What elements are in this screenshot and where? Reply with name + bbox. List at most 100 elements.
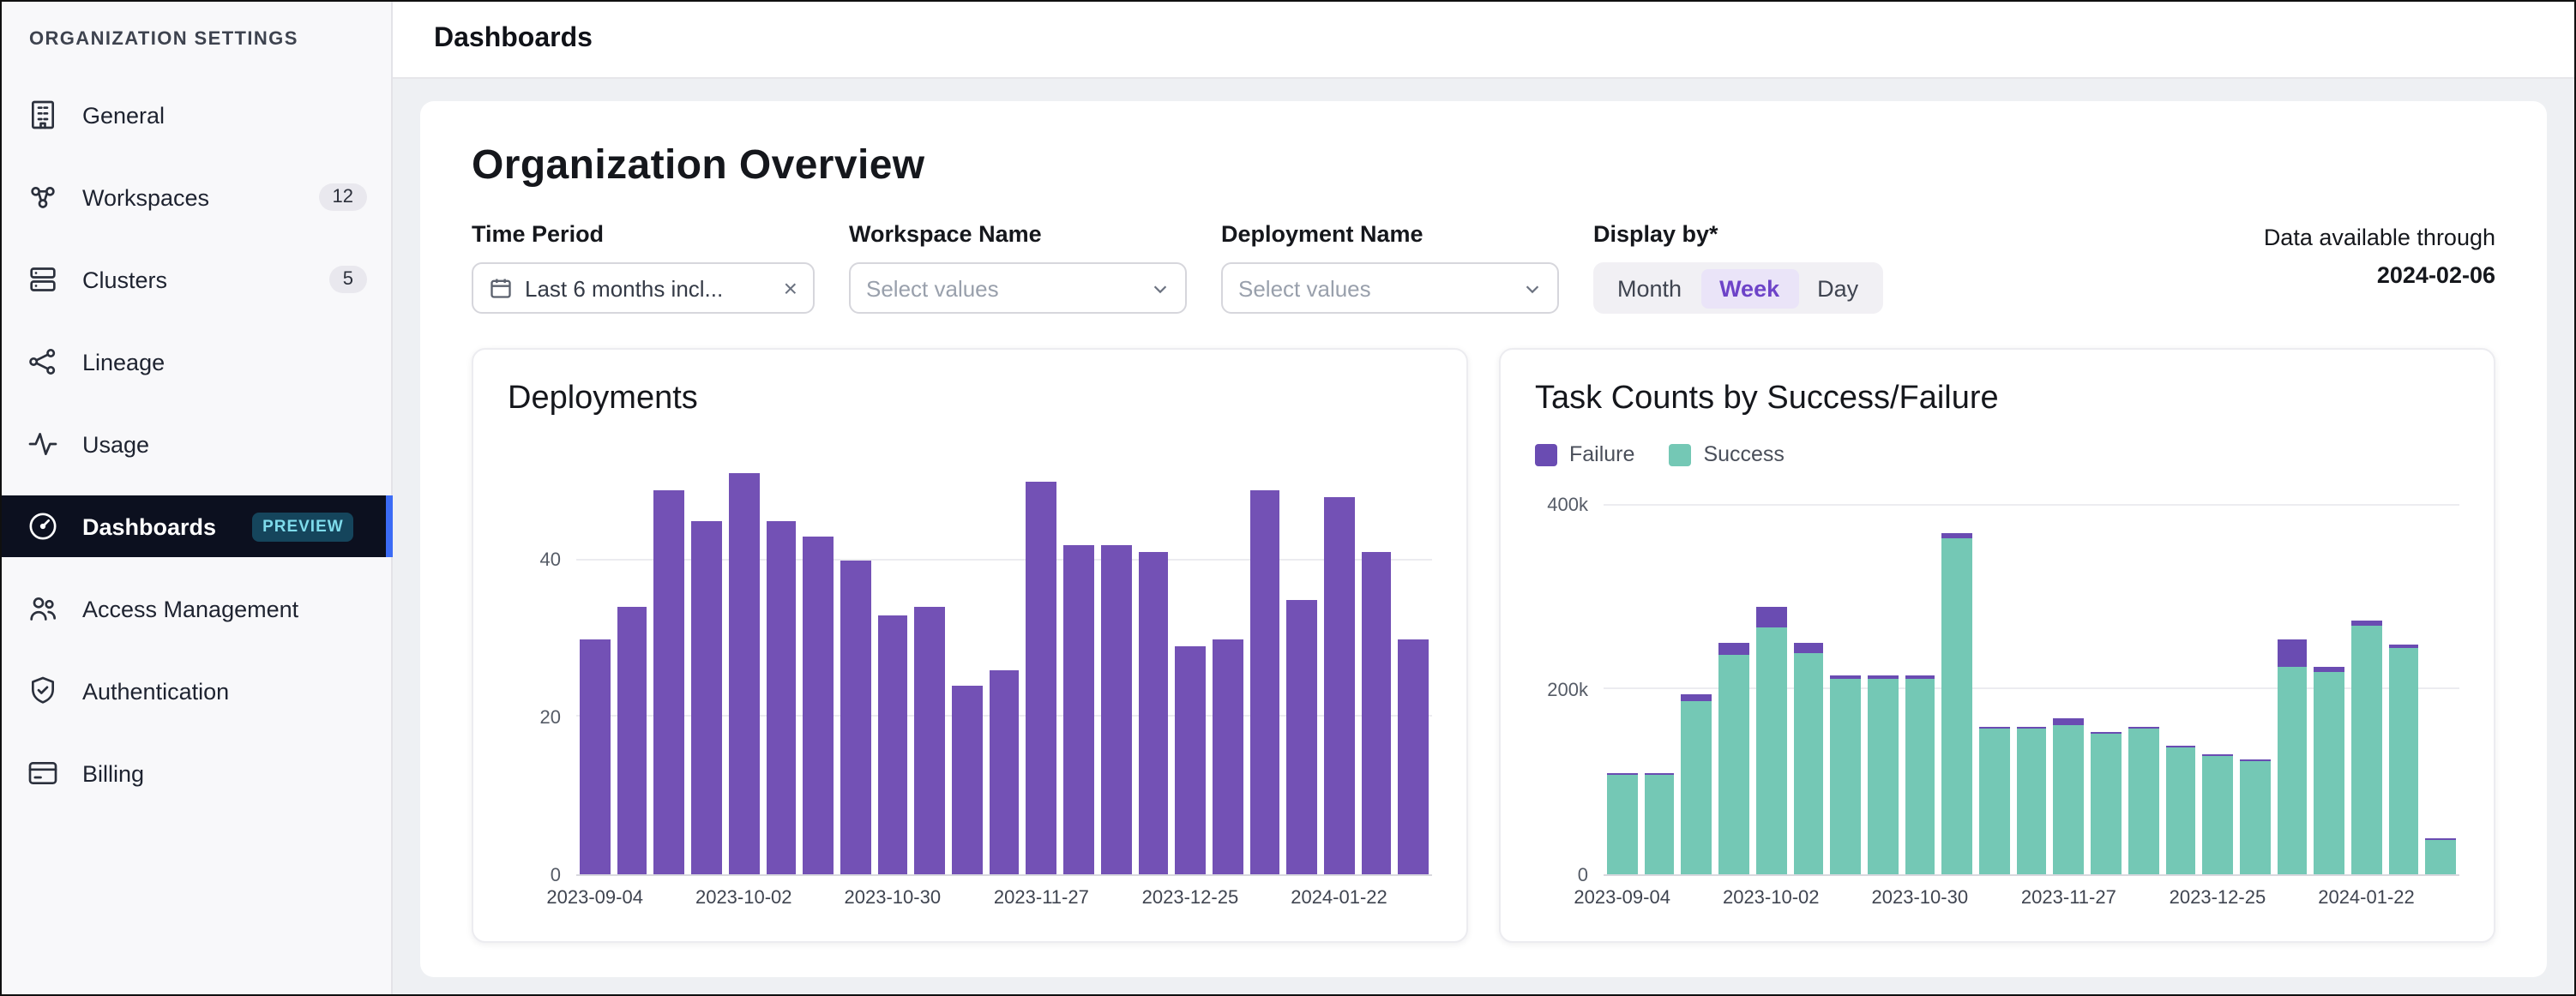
bar[interactable] (1942, 487, 1972, 874)
data-available-text: Data available through (2264, 225, 2495, 250)
bar-segment-success (1644, 775, 1674, 874)
bar[interactable] (2389, 487, 2419, 874)
sidebar-items: General Workspaces12 Clusters5 Lineage Usage… (2, 84, 391, 804)
bar-segment-deployments (1176, 646, 1206, 874)
x-axis: 2023-09-042023-10-022023-10-302023-11-27… (508, 876, 1432, 917)
bar[interactable] (2091, 487, 2121, 874)
bar[interactable] (1718, 487, 1748, 874)
bar[interactable] (1905, 487, 1935, 874)
bar[interactable] (654, 442, 684, 874)
time-period-input[interactable]: Last 6 months incl... × (472, 262, 815, 314)
bar[interactable] (1213, 442, 1243, 874)
legend-item-success[interactable]: Success (1669, 442, 1785, 466)
display-by-option-month[interactable]: Month (1598, 268, 1700, 308)
deployment-select[interactable]: Select values (1221, 262, 1559, 314)
legend-item-failure[interactable]: Failure (1535, 442, 1634, 466)
bar[interactable] (2165, 487, 2195, 874)
workspace-select[interactable]: Select values (849, 262, 1187, 314)
bar[interactable] (2426, 487, 2456, 874)
bar[interactable] (1362, 442, 1392, 874)
clear-icon[interactable]: × (784, 274, 797, 302)
bar[interactable] (1682, 487, 1712, 874)
sidebar-title: ORGANIZATION SETTINGS (2, 29, 391, 50)
bar[interactable] (1868, 487, 1898, 874)
billing-icon (26, 756, 60, 790)
bar-segment-success (2351, 625, 2381, 874)
x-tick-label: 2023-09-04 (1574, 888, 1670, 909)
bar[interactable] (2277, 487, 2307, 874)
sidebar-item-billing[interactable]: Billing (2, 742, 391, 804)
bar[interactable] (1063, 442, 1093, 874)
bar[interactable] (580, 442, 610, 874)
filters-row: Time Period Last 6 months incl... × Work… (472, 221, 2495, 314)
sidebar-item-workspaces[interactable]: Workspaces12 (2, 166, 391, 228)
bar[interactable] (840, 442, 870, 874)
bar-segment-deployments (691, 521, 721, 874)
workspace-filter: Workspace Name Select values (849, 221, 1187, 314)
bar-segment-success (1905, 679, 1935, 874)
bar[interactable] (1399, 442, 1429, 874)
bar[interactable] (1324, 442, 1354, 874)
bar[interactable] (989, 442, 1019, 874)
bar[interactable] (617, 442, 647, 874)
y-tick-label: 40 (540, 550, 562, 571)
bar-segment-success (2091, 734, 2121, 874)
sidebar-item-access-management[interactable]: Access Management (2, 578, 391, 639)
bar[interactable] (1026, 442, 1056, 874)
bar[interactable] (1644, 487, 1674, 874)
bar-segment-failure (1682, 693, 1712, 701)
bar[interactable] (1176, 442, 1206, 874)
bar[interactable] (2351, 487, 2381, 874)
bar[interactable] (1287, 442, 1317, 874)
bar[interactable] (2128, 487, 2158, 874)
sidebar-item-label: Lineage (82, 349, 165, 375)
bar-segment-deployments (1362, 552, 1392, 874)
bar-segment-success (2054, 725, 2084, 874)
bar[interactable] (2240, 487, 2270, 874)
sidebar-item-dashboards[interactable]: DashboardsPREVIEW (2, 495, 391, 557)
display-by-option-week[interactable]: Week (1700, 268, 1798, 308)
sidebar-item-authentication[interactable]: Authentication (2, 660, 391, 722)
usage-icon (26, 427, 60, 461)
y-tick-label: 200k (1547, 681, 1588, 701)
bar[interactable] (2054, 487, 2084, 874)
bar-segment-success (2389, 647, 2419, 874)
bar[interactable] (729, 442, 759, 874)
bar[interactable] (952, 442, 982, 874)
bar[interactable] (691, 442, 721, 874)
main-area: Dashboards Organization Overview Time Pe… (393, 2, 2574, 994)
bar[interactable] (803, 442, 833, 874)
bar[interactable] (1138, 442, 1168, 874)
legend-label: Success (1703, 442, 1785, 466)
bar-segment-deployments (840, 560, 870, 874)
display-by-option-day[interactable]: Day (1798, 268, 1877, 308)
bar[interactable] (766, 442, 796, 874)
bar[interactable] (1249, 442, 1279, 874)
bar[interactable] (1756, 487, 1786, 874)
bar[interactable] (1607, 487, 1637, 874)
sidebar-item-label: Clusters (82, 267, 167, 292)
sidebar-item-clusters[interactable]: Clusters5 (2, 249, 391, 310)
sidebar-item-lineage[interactable]: Lineage (2, 331, 391, 393)
display-by-filter: Display by* MonthWeekDay (1593, 221, 1882, 314)
bar[interactable] (2016, 487, 2046, 874)
bar[interactable] (1830, 487, 1860, 874)
bar[interactable] (915, 442, 945, 874)
x-tick-label: 2024-01-22 (1291, 888, 1387, 909)
bar-segment-success (2128, 729, 2158, 874)
count-badge: 12 (319, 183, 368, 211)
bar-segment-deployments (1213, 639, 1243, 874)
bar-segment-deployments (580, 639, 610, 874)
sidebar-item-usage[interactable]: Usage (2, 413, 391, 475)
bar[interactable] (1793, 487, 1823, 874)
sidebar-item-general[interactable]: General (2, 84, 391, 146)
bar[interactable] (877, 442, 907, 874)
bar-segment-success (2426, 839, 2456, 874)
bar[interactable] (1101, 442, 1131, 874)
lineage-icon (26, 345, 60, 379)
bar[interactable] (1979, 487, 2009, 874)
bar[interactable] (2203, 487, 2233, 874)
bar-segment-deployments (1026, 482, 1056, 874)
bar[interactable] (2314, 487, 2344, 874)
bar-segment-deployments (989, 670, 1019, 874)
